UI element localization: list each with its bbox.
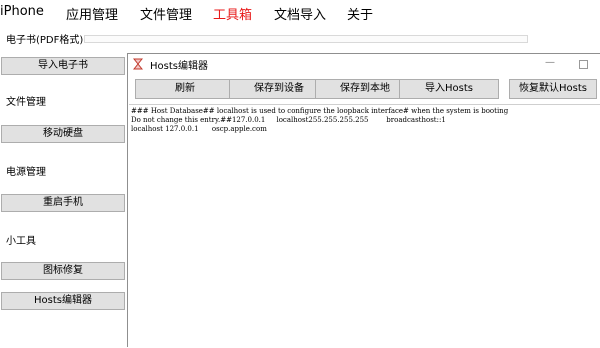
hosts-textarea[interactable]: ### Host Database## localhost is used to… [129, 104, 600, 348]
group-label-power-management: 电源管理 [6, 167, 46, 178]
menu-item-about[interactable]: 关于 [347, 4, 373, 23]
hosts-editor-dialog: Hosts编辑器 — 刷新 保存到设备 保存到本地 导入Hosts 恢复默认Ho… [127, 53, 600, 348]
top-menu-bar: iPhone 应用管理 文件管理 工具箱 文档导入 关于 [0, 0, 600, 26]
hourglass-icon [133, 58, 143, 70]
group-label-small-tools: 小工具 [6, 236, 36, 247]
hosts-line: Do not change this entry.##127.0.0.1 loc… [131, 116, 446, 124]
hosts-line: localhost 127.0.0.1 oscp.apple.com [131, 125, 267, 133]
icon-repair-button[interactable]: 图标修复 [1, 262, 125, 280]
group-label-file-management: 文件管理 [6, 97, 46, 108]
mobile-hdd-button[interactable]: 移动硬盘 [1, 125, 125, 143]
restore-default-hosts-button[interactable]: 恢复默认Hosts [509, 79, 597, 99]
restart-phone-button[interactable]: 重启手机 [1, 194, 125, 212]
dialog-title: Hosts编辑器 [150, 61, 208, 72]
minimize-icon[interactable]: — [544, 57, 556, 69]
dialog-titlebar[interactable]: Hosts编辑器 — [128, 54, 600, 74]
maximize-icon[interactable] [579, 60, 588, 69]
menu-item-document-import[interactable]: 文档导入 [274, 4, 326, 23]
import-hosts-button[interactable]: 导入Hosts [399, 79, 499, 99]
group-label-ebook: 电子书(PDF格式) [6, 35, 84, 46]
menu-item-iphone[interactable]: iPhone [0, 4, 44, 19]
hosts-editor-button[interactable]: Hosts编辑器 [1, 292, 125, 310]
import-ebook-button[interactable]: 导入电子书 [1, 57, 125, 75]
menu-item-app-management[interactable]: 应用管理 [66, 4, 118, 23]
menu-item-toolbox[interactable]: 工具箱 [213, 4, 252, 23]
hosts-line: ### Host Database## localhost is used to… [131, 107, 509, 115]
refresh-button[interactable]: 刷新 [135, 79, 235, 99]
save-to-device-button[interactable]: 保存到设备 [229, 79, 329, 99]
menu-item-file-management[interactable]: 文件管理 [140, 4, 192, 23]
group-divider [84, 35, 528, 43]
